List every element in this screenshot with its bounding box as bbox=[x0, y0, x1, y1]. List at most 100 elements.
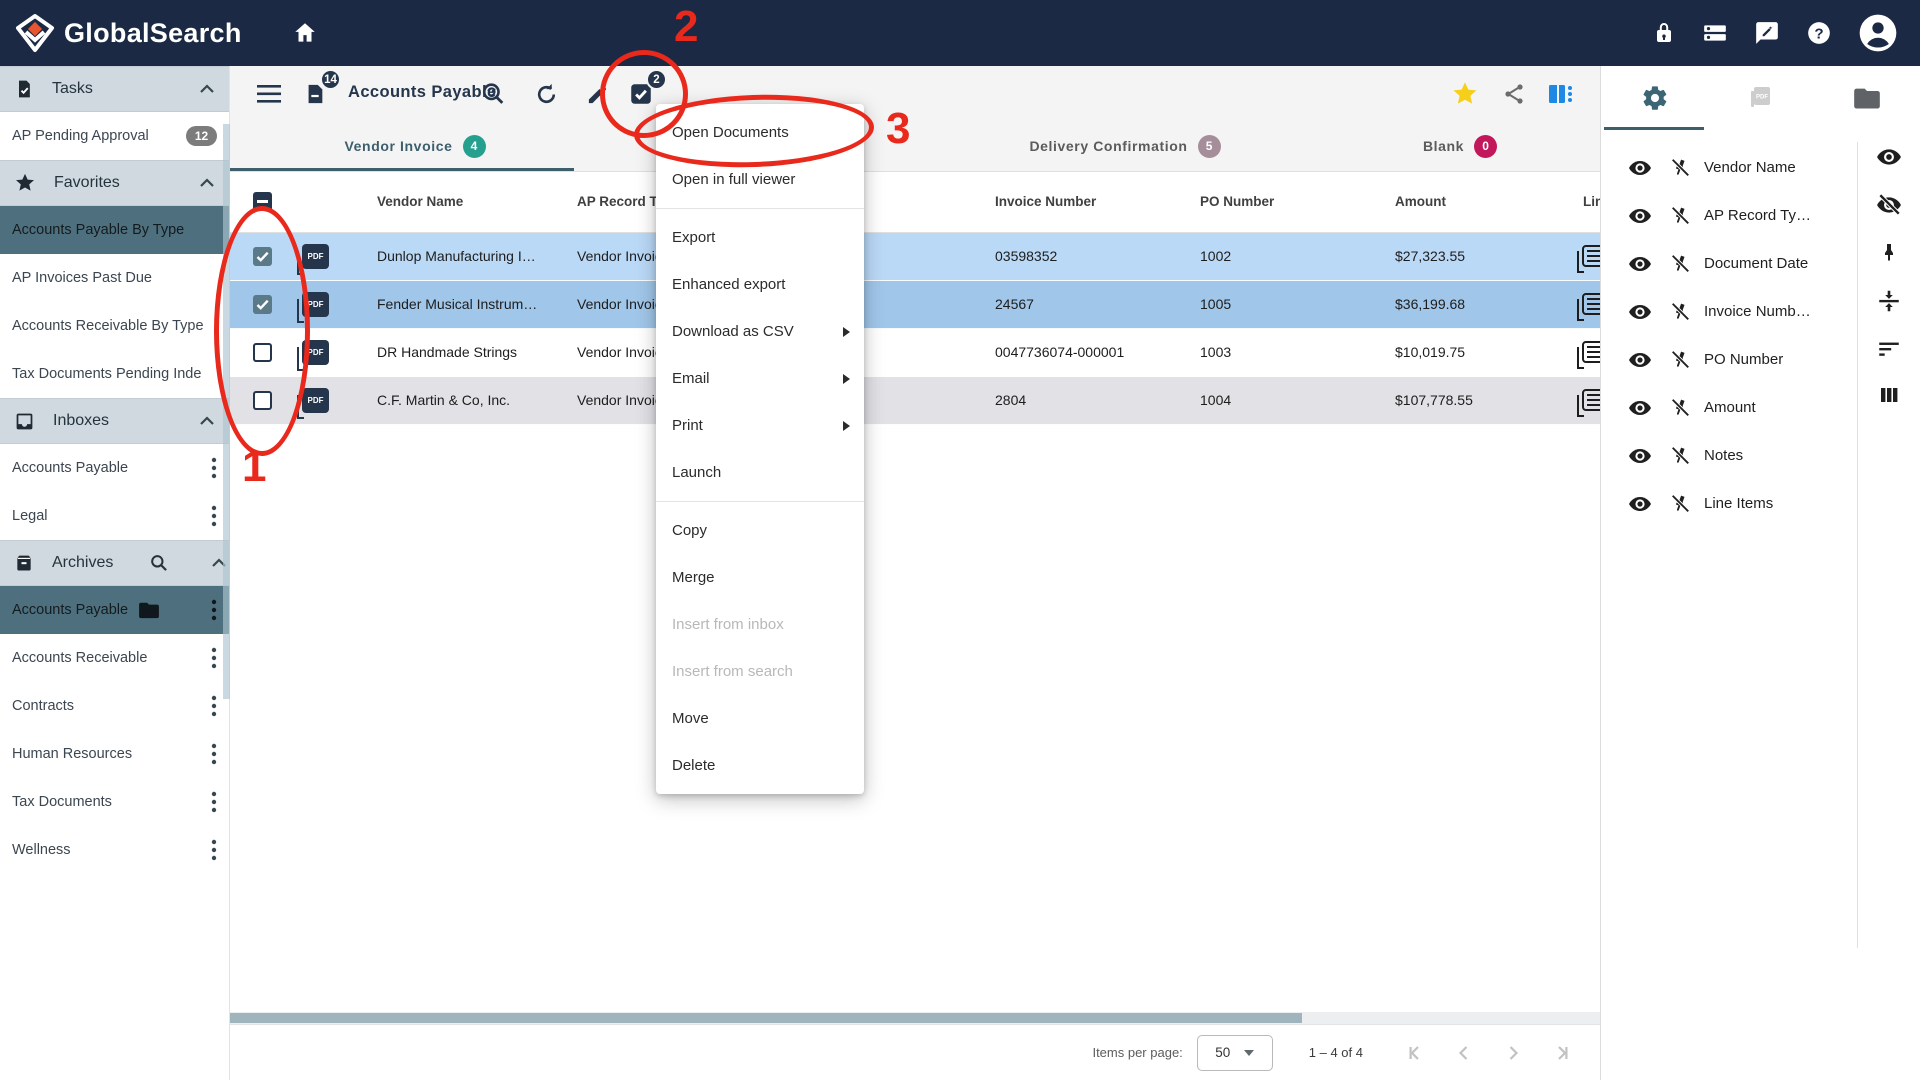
horizontal-scrollbar[interactable] bbox=[230, 1012, 1600, 1024]
pin-off-icon[interactable] bbox=[1669, 493, 1691, 515]
table-row[interactable]: PDF C.F. Martin & Co, Inc. Vendor Invoic… bbox=[230, 377, 1600, 425]
sidebar-item-ap-invoices-past-due[interactable]: AP Invoices Past Due bbox=[0, 254, 229, 302]
sidebar-scrollbar[interactable] bbox=[223, 124, 230, 699]
kebab-menu-icon[interactable] bbox=[211, 695, 217, 717]
line-items-icon[interactable] bbox=[1582, 389, 1600, 411]
previous-page-button[interactable] bbox=[1452, 1041, 1476, 1065]
lock-icon[interactable] bbox=[1652, 21, 1676, 45]
sidebar-item-tax-documents-pending[interactable]: Tax Documents Pending Inde bbox=[0, 350, 229, 398]
kebab-menu-icon[interactable] bbox=[211, 599, 217, 621]
sidebar-item-archive-accounts-payable[interactable]: Accounts Payable bbox=[0, 586, 229, 634]
visibility-eye-icon[interactable] bbox=[1628, 444, 1652, 468]
sidebar-item-accounts-receivable-by-type[interactable]: Accounts Receivable By Type bbox=[0, 302, 229, 350]
column-view-button[interactable] bbox=[1546, 79, 1576, 109]
sidebar-item-archive-tax-documents[interactable]: Tax Documents bbox=[0, 778, 229, 826]
column-header-vendor-name[interactable]: Vendor Name bbox=[377, 194, 463, 209]
kebab-menu-icon[interactable] bbox=[211, 647, 217, 669]
row-checkbox-unchecked[interactable] bbox=[253, 391, 272, 410]
visibility-eye-icon[interactable] bbox=[1628, 348, 1652, 372]
menu-item-copy[interactable]: Copy bbox=[656, 507, 864, 554]
last-page-button[interactable] bbox=[1550, 1041, 1574, 1065]
table-row[interactable]: PDF Fender Musical Instrum… Vendor Invoi… bbox=[230, 281, 1600, 329]
tab-delivery-confirmation[interactable]: Delivery Confirmation 5 bbox=[990, 120, 1260, 172]
scrollbar-thumb[interactable] bbox=[230, 1013, 1302, 1023]
brand-logo[interactable]: GlobalSearch bbox=[14, 12, 242, 54]
kebab-menu-icon[interactable] bbox=[211, 743, 217, 765]
pin-off-icon[interactable] bbox=[1669, 397, 1691, 419]
pin-icon[interactable] bbox=[1876, 240, 1902, 266]
table-row[interactable]: PDF Dunlop Manufacturing I… Vendor Invoi… bbox=[230, 233, 1600, 281]
menu-item-export[interactable]: Export bbox=[656, 214, 864, 261]
pdf-document-icon[interactable]: PDF bbox=[302, 244, 329, 269]
selected-documents-button[interactable]: 2 bbox=[626, 79, 656, 109]
pin-off-icon[interactable] bbox=[1669, 349, 1691, 371]
search-icon[interactable] bbox=[149, 553, 169, 573]
tab-vendor-invoice[interactable]: Vendor Invoice 4 bbox=[290, 120, 540, 172]
row-checkbox-checked[interactable] bbox=[253, 295, 272, 314]
sidebar-item-ap-pending-approval[interactable]: AP Pending Approval 12 bbox=[0, 112, 229, 160]
share-button[interactable] bbox=[1499, 79, 1529, 109]
favorite-star-button[interactable] bbox=[1450, 79, 1480, 109]
menu-item-open-full-viewer[interactable]: Open in full viewer bbox=[656, 156, 864, 203]
storage-icon[interactable] bbox=[1702, 20, 1728, 46]
tab-folder-icon[interactable] bbox=[1849, 80, 1885, 116]
results-count-button[interactable]: 14 bbox=[300, 79, 330, 109]
edit-pencil-button[interactable] bbox=[582, 79, 612, 109]
menu-item-merge[interactable]: Merge bbox=[656, 554, 864, 601]
help-icon[interactable]: ? bbox=[1806, 20, 1832, 46]
page-size-select[interactable]: 50 bbox=[1197, 1035, 1273, 1071]
sidebar-item-archive-human-resources[interactable]: Human Resources bbox=[0, 730, 229, 778]
line-items-icon[interactable] bbox=[1582, 293, 1600, 315]
sidebar-item-inbox-accounts-payable[interactable]: Accounts Payable bbox=[0, 444, 229, 492]
line-items-icon[interactable] bbox=[1582, 341, 1600, 363]
visibility-eye-icon[interactable] bbox=[1628, 300, 1652, 324]
menu-item-email[interactable]: Email bbox=[656, 355, 864, 402]
refresh-button[interactable] bbox=[531, 79, 561, 109]
pin-off-icon[interactable] bbox=[1669, 253, 1691, 275]
sidebar-section-archives[interactable]: Archives bbox=[0, 540, 229, 586]
sort-lines-icon[interactable] bbox=[1876, 335, 1902, 361]
column-header-po-number[interactable]: PO Number bbox=[1200, 194, 1274, 209]
pin-off-icon[interactable] bbox=[1669, 301, 1691, 323]
pdf-document-icon[interactable]: PDF bbox=[302, 292, 329, 317]
row-checkbox-unchecked[interactable] bbox=[253, 343, 272, 362]
sidebar-section-favorites[interactable]: Favorites bbox=[0, 160, 229, 206]
first-page-button[interactable] bbox=[1403, 1041, 1427, 1065]
menu-item-download-csv[interactable]: Download as CSV bbox=[656, 308, 864, 355]
visibility-eye-icon[interactable] bbox=[1628, 156, 1652, 180]
sidebar-item-archive-wellness[interactable]: Wellness bbox=[0, 826, 229, 874]
menu-item-enhanced-export[interactable]: Enhanced export bbox=[656, 261, 864, 308]
visibility-eye-icon[interactable] bbox=[1628, 396, 1652, 420]
sidebar-item-archive-accounts-receivable[interactable]: Accounts Receivable bbox=[0, 634, 229, 682]
kebab-menu-icon[interactable] bbox=[211, 505, 217, 527]
menu-item-delete[interactable]: Delete bbox=[656, 742, 864, 789]
menu-item-open-documents[interactable]: Open Documents bbox=[656, 109, 864, 156]
home-button[interactable] bbox=[292, 20, 318, 46]
column-header-amount[interactable]: Amount bbox=[1395, 194, 1446, 209]
search-again-button[interactable] bbox=[478, 79, 508, 109]
sidebar-section-inboxes[interactable]: Inboxes bbox=[0, 398, 229, 444]
sidebar-item-archive-contracts[interactable]: Contracts bbox=[0, 682, 229, 730]
show-all-eye-icon[interactable] bbox=[1876, 144, 1902, 170]
kebab-menu-icon[interactable] bbox=[211, 457, 217, 479]
tab-blank[interactable]: Blank 0 bbox=[1380, 120, 1540, 172]
columns-view-icon[interactable] bbox=[1876, 382, 1902, 408]
visibility-eye-icon[interactable] bbox=[1628, 204, 1652, 228]
feedback-icon[interactable] bbox=[1754, 20, 1780, 46]
pin-off-icon[interactable] bbox=[1669, 205, 1691, 227]
pin-off-icon[interactable] bbox=[1669, 445, 1691, 467]
menu-hamburger-button[interactable] bbox=[254, 79, 284, 109]
hide-all-eye-off-icon[interactable] bbox=[1876, 192, 1902, 218]
menu-item-print[interactable]: Print bbox=[656, 402, 864, 449]
tab-document-viewer-pdf-icon[interactable]: PDF bbox=[1743, 80, 1779, 116]
kebab-menu-icon[interactable] bbox=[211, 839, 217, 861]
line-items-icon[interactable] bbox=[1582, 245, 1600, 267]
next-page-button[interactable] bbox=[1501, 1041, 1525, 1065]
visibility-eye-icon[interactable] bbox=[1628, 492, 1652, 516]
kebab-menu-icon[interactable] bbox=[211, 791, 217, 813]
pdf-document-icon[interactable]: PDF bbox=[302, 340, 329, 365]
visibility-eye-icon[interactable] bbox=[1628, 252, 1652, 276]
pdf-document-icon[interactable]: PDF bbox=[302, 388, 329, 413]
column-header-invoice-number[interactable]: Invoice Number bbox=[995, 194, 1096, 209]
pin-off-icon[interactable] bbox=[1669, 157, 1691, 179]
